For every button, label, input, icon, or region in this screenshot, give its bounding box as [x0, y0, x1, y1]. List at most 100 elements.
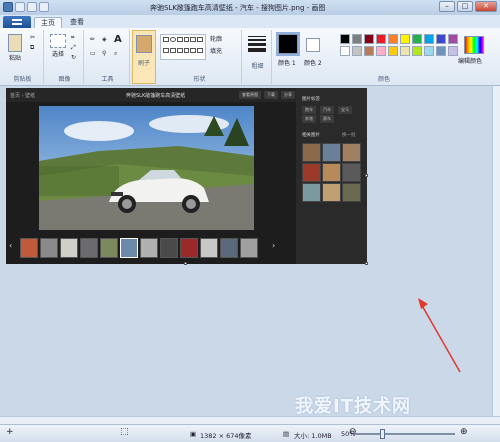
- tab-home[interactable]: 主页: [34, 17, 62, 28]
- clipboard-group-label: 剪贴板: [13, 76, 32, 83]
- palette-swatch[interactable]: [340, 34, 350, 44]
- pencil-icon[interactable]: ✏: [90, 36, 95, 43]
- image-dimensions: 1382 × 674像素: [200, 432, 252, 440]
- palette-swatch[interactable]: [388, 34, 398, 44]
- color-picker-icon[interactable]: ⚲: [102, 50, 106, 57]
- resize-handle-bottom[interactable]: [184, 262, 187, 265]
- strip-next-icon: ›: [272, 241, 276, 250]
- tags-heading: 图片标签: [302, 97, 320, 102]
- resize-handle-right[interactable]: [365, 174, 368, 177]
- tools-group-label: 工具: [101, 76, 114, 83]
- palette-swatch[interactable]: [448, 46, 458, 56]
- strip-prev-icon: ‹: [9, 241, 13, 250]
- clipboard-icon: [8, 34, 22, 52]
- undo-icon[interactable]: [27, 2, 37, 12]
- paste-label: 粘贴: [8, 55, 21, 62]
- related-heading: 相关图片: [302, 133, 320, 138]
- ribbon-tabs: 主页 查看: [0, 15, 500, 28]
- fill-dropdown[interactable]: 填充: [210, 46, 222, 55]
- status-bar: + ⬚ ▣ 1382 × 674像素 ▤ 大小: 1.0MB 50% ⊖ ⊕: [0, 424, 500, 442]
- palette-swatch[interactable]: [388, 46, 398, 56]
- file-size: 大小: 1.0MB: [294, 432, 332, 440]
- vertical-scrollbar[interactable]: [492, 86, 500, 416]
- palette-swatch[interactable]: [376, 34, 386, 44]
- color1-swatch[interactable]: [276, 32, 300, 56]
- palette-swatch[interactable]: [400, 46, 410, 56]
- color1-label: 颜色 1: [278, 60, 296, 67]
- edit-colors-button[interactable]: [464, 36, 484, 54]
- resize-handle-corner[interactable]: [365, 262, 368, 265]
- palette-swatch[interactable]: [436, 46, 446, 56]
- image-group-label: 图像: [58, 76, 71, 83]
- car-photo: [39, 106, 254, 230]
- palette-swatch[interactable]: [412, 34, 422, 44]
- close-button[interactable]: ✕: [475, 1, 497, 12]
- shapes-gallery[interactable]: [160, 34, 206, 60]
- palette-swatch[interactable]: [364, 46, 374, 56]
- redo-icon[interactable]: [39, 2, 49, 12]
- save-icon[interactable]: [15, 2, 25, 12]
- horizontal-scrollbar[interactable]: [0, 416, 500, 424]
- screenshot-title: 奔驰SLK敞篷跑车高清壁纸: [126, 93, 186, 99]
- palette-swatch[interactable]: [352, 46, 362, 56]
- rotate-icon[interactable]: ↻: [71, 54, 76, 61]
- colors-group-label: 颜色: [377, 76, 390, 83]
- palette-swatch[interactable]: [448, 34, 458, 44]
- copy-icon[interactable]: ⧉: [30, 44, 34, 52]
- title-bar: 奔驰SLK敞篷跑车高清壁纸 - 汽车 - 搜狗图片.png - 画图 – □ ✕: [0, 0, 500, 15]
- zoom-slider-thumb[interactable]: [380, 429, 385, 439]
- palette-swatch[interactable]: [340, 46, 350, 56]
- brushes-label: 刷子: [137, 60, 150, 67]
- tag-chip: 赛车: [320, 115, 334, 123]
- crop-icon[interactable]: ⌗: [71, 34, 74, 42]
- screenshot-tool-download: 下载: [264, 91, 278, 99]
- app-menu-icon[interactable]: [3, 2, 13, 12]
- thumbnail-strip: [20, 238, 270, 258]
- watermark-text: 我爱IT技术网: [295, 396, 411, 417]
- dimensions-icon: ▣: [190, 430, 197, 438]
- outline-dropdown[interactable]: 轮廓: [210, 34, 222, 43]
- zoom-in-button[interactable]: ⊕: [460, 427, 468, 437]
- window-title: 奔驰SLK敞篷跑车高清壁纸 - 汽车 - 搜狗图片.png - 画图: [150, 4, 326, 12]
- shapes-group-label: 形状: [193, 76, 206, 83]
- menu-icon: [12, 19, 22, 25]
- screenshot-tool-view: 查看原图: [239, 91, 261, 99]
- text-tool-button[interactable]: A: [114, 34, 122, 45]
- clipboard-group: 粘贴 ✂ ⧉ 剪贴板: [2, 30, 44, 84]
- cut-icon[interactable]: ✂: [30, 34, 35, 41]
- zoom-out-button[interactable]: ⊖: [349, 427, 357, 437]
- shapes-group: 轮廓 填充 形状: [158, 30, 242, 84]
- brushes-button[interactable]: 刷子: [132, 30, 156, 84]
- palette-swatch[interactable]: [376, 46, 386, 56]
- color2-label: 颜色 2: [304, 60, 322, 67]
- palette-swatch[interactable]: [436, 34, 446, 44]
- file-menu-button[interactable]: [3, 16, 31, 28]
- screenshot-sidebar: 图片标签 跑车 汽车 宝马 奔驰 赛车 相关图片 换一批: [296, 88, 367, 264]
- size-button[interactable]: 粗细: [244, 30, 272, 84]
- paste-button[interactable]: 粘贴: [6, 34, 24, 62]
- palette-swatch[interactable]: [424, 46, 434, 56]
- palette-swatch[interactable]: [364, 34, 374, 44]
- maximize-button[interactable]: □: [457, 1, 473, 12]
- eraser-icon[interactable]: ▭: [90, 50, 96, 57]
- palette-swatch[interactable]: [424, 34, 434, 44]
- palette-swatch[interactable]: [400, 34, 410, 44]
- magnifier-icon[interactable]: ⌕: [114, 50, 117, 58]
- tag-chip: 奔驰: [302, 115, 316, 123]
- ribbon: 粘贴 ✂ ⧉ 剪贴板 选择 ⌗ ⤢ ↻ 图像 ✏ ◈ A ▭ ⚲ ⌕ 工具 刷子…: [0, 28, 500, 86]
- red-arrow-annotation: [418, 298, 461, 373]
- tab-view[interactable]: 查看: [64, 17, 90, 28]
- fill-icon[interactable]: ◈: [102, 36, 107, 43]
- palette-swatch[interactable]: [352, 34, 362, 44]
- canvas-image[interactable]: 首页 › 壁纸 奔驰SLK敞篷跑车高清壁纸 查看原图 下载 分享 图片标签 跑车…: [6, 88, 367, 264]
- tag-chip: 汽车: [320, 106, 334, 114]
- palette-swatch[interactable]: [412, 46, 422, 56]
- select-button[interactable]: 选择: [49, 34, 67, 58]
- minimize-button[interactable]: –: [439, 1, 455, 12]
- related-grid: [302, 143, 362, 202]
- tag-chip: 宝马: [338, 106, 352, 114]
- zoom-slider[interactable]: [355, 433, 455, 435]
- resize-icon[interactable]: ⤢: [71, 44, 76, 52]
- file-size-icon: ▤: [283, 430, 290, 438]
- color2-swatch[interactable]: [306, 38, 320, 52]
